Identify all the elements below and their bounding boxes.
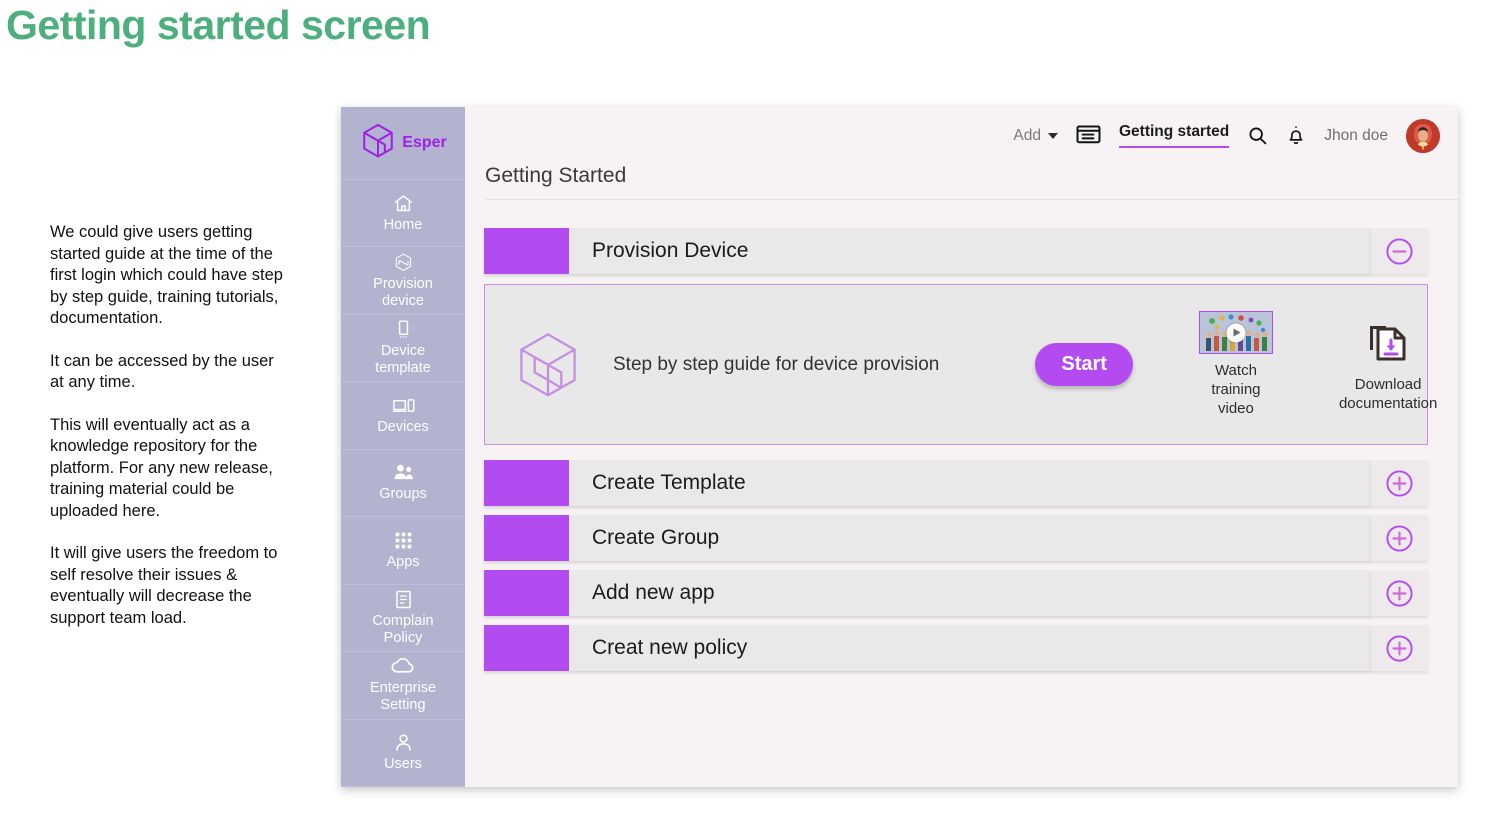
sidebar-item-provision-device[interactable]: Provision device xyxy=(341,247,465,315)
video-thumbnail-play-icon xyxy=(1198,311,1273,354)
accordion-row: Creat new policy xyxy=(484,625,1428,671)
esper-hexagon-outline-icon xyxy=(513,330,583,400)
home-icon xyxy=(393,193,414,215)
getting-started-list: Provision Device Step by step guide for … xyxy=(465,200,1458,787)
user-name[interactable]: Jhon doe xyxy=(1324,127,1388,145)
chevron-down-icon xyxy=(1047,132,1058,139)
sidebar-item-home[interactable]: Home xyxy=(341,180,465,248)
main-content: Add Getting started Jhon doe Getting Sta… xyxy=(465,107,1458,787)
sidebar-item-label: Home xyxy=(383,216,423,233)
row-color-swatch xyxy=(484,460,569,506)
sidebar-item-label: Device template xyxy=(375,343,431,377)
annotation-notes: We could give users getting started guid… xyxy=(50,222,290,650)
sidebar-item-apps[interactable]: Apps xyxy=(341,517,465,585)
sidebar-item-label: Groups xyxy=(379,486,427,503)
sidebar: Esper Home Provision device Device templ… xyxy=(341,107,465,787)
sidebar-item-users[interactable]: Users xyxy=(341,720,465,787)
avatar[interactable] xyxy=(1406,118,1440,153)
app-window: Esper Home Provision device Device templ… xyxy=(341,107,1458,787)
add-label: Add xyxy=(1013,126,1041,144)
accordion-row-title: Create Template xyxy=(592,471,746,494)
accordion-header-add-new-app[interactable]: Add new app xyxy=(484,570,1371,616)
download-document-icon xyxy=(1365,317,1411,368)
start-button[interactable]: Start xyxy=(1035,343,1133,386)
page-heading-wrap: Getting Started xyxy=(465,164,1458,200)
page-heading: Getting Started xyxy=(485,164,1458,200)
sidebar-item-label: Enterprise Setting xyxy=(369,680,437,714)
sidebar-item-label: Provision device xyxy=(373,275,433,309)
tile-label: Watch training video xyxy=(1211,362,1261,417)
row-color-swatch xyxy=(484,625,569,671)
sidebar-item-complain-policy[interactable]: Complain Policy xyxy=(341,585,465,653)
expanded-panel-provision-device: Step by step guide for device provision … xyxy=(484,284,1437,445)
sidebar-item-enterprise-setting[interactable]: Enterprise Setting xyxy=(341,652,465,720)
sidebar-item-label: Apps xyxy=(386,553,420,570)
cloud-icon xyxy=(391,656,416,678)
accordion-row-title: Creat new policy xyxy=(592,636,748,659)
tile-label: Download documentation xyxy=(1338,375,1438,412)
esper-hexagon-logo-icon xyxy=(359,122,397,165)
row-color-swatch xyxy=(484,228,569,274)
user-person-icon xyxy=(393,732,414,754)
brand-logo[interactable]: Esper xyxy=(341,107,465,180)
guide-description: Step by step guide for device provision xyxy=(613,353,940,375)
accordion-header-create-group[interactable]: Create Group xyxy=(484,515,1371,561)
sidebar-item-groups[interactable]: Groups xyxy=(341,450,465,518)
provision-hexagon-icon xyxy=(393,252,414,274)
note-paragraph: We could give users getting started guid… xyxy=(50,223,283,327)
expand-toggle-button[interactable] xyxy=(1371,625,1428,671)
add-dropdown[interactable]: Add xyxy=(1013,127,1058,145)
accordion-row: Create Template xyxy=(484,460,1428,506)
brand-name: Esper xyxy=(402,134,447,151)
search-icon[interactable] xyxy=(1247,125,1268,146)
apps-grid-icon xyxy=(393,530,414,552)
note-paragraph: It will give users the freedom to self r… xyxy=(50,544,278,627)
note-paragraph: It can be accessed by the user at any ti… xyxy=(50,351,274,392)
groups-people-icon xyxy=(392,462,415,484)
sidebar-item-devices[interactable]: Devices xyxy=(341,382,465,450)
document-list-icon xyxy=(393,589,414,611)
dashboard-window-icon[interactable] xyxy=(1076,125,1101,146)
accordion-header-create-new-policy[interactable]: Creat new policy xyxy=(484,625,1371,671)
row-color-swatch xyxy=(484,570,569,616)
row-color-swatch xyxy=(484,515,569,561)
page-title: Getting started screen xyxy=(6,2,431,48)
tab-getting-started[interactable]: Getting started xyxy=(1118,123,1230,148)
sidebar-item-label: Complain Policy xyxy=(372,612,434,646)
play-button-icon xyxy=(1226,323,1246,342)
devices-laptop-phone-icon xyxy=(392,395,415,417)
topbar: Add Getting started Jhon doe xyxy=(465,107,1458,164)
accordion-row: Create Group xyxy=(484,515,1428,561)
sidebar-item-label: Devices xyxy=(377,419,429,436)
sidebar-item-device-template[interactable]: Device template xyxy=(341,315,465,383)
accordion-row: Provision Device xyxy=(484,228,1428,274)
collapse-toggle-button[interactable] xyxy=(1371,228,1428,274)
bell-icon[interactable] xyxy=(1286,125,1306,146)
phone-template-icon xyxy=(393,319,414,341)
accordion-header-create-template[interactable]: Create Template xyxy=(484,460,1371,506)
accordion-row: Add new app xyxy=(484,570,1428,616)
accordion-row-title: Provision Device xyxy=(592,239,749,262)
expand-toggle-button[interactable] xyxy=(1371,515,1428,561)
download-documentation-tile[interactable]: Download documentation xyxy=(1339,317,1437,413)
expand-toggle-button[interactable] xyxy=(1371,570,1428,616)
sidebar-item-label: Users xyxy=(384,756,422,773)
watch-training-video-tile[interactable]: Watch training video xyxy=(1198,311,1273,418)
accordion-row-title: Add new app xyxy=(592,581,715,604)
expand-toggle-button[interactable] xyxy=(1371,460,1428,506)
accordion-header-provision-device[interactable]: Provision Device xyxy=(484,228,1371,274)
note-paragraph: This will eventually act as a knowledge … xyxy=(50,415,273,520)
accordion-row-title: Create Group xyxy=(592,526,720,549)
